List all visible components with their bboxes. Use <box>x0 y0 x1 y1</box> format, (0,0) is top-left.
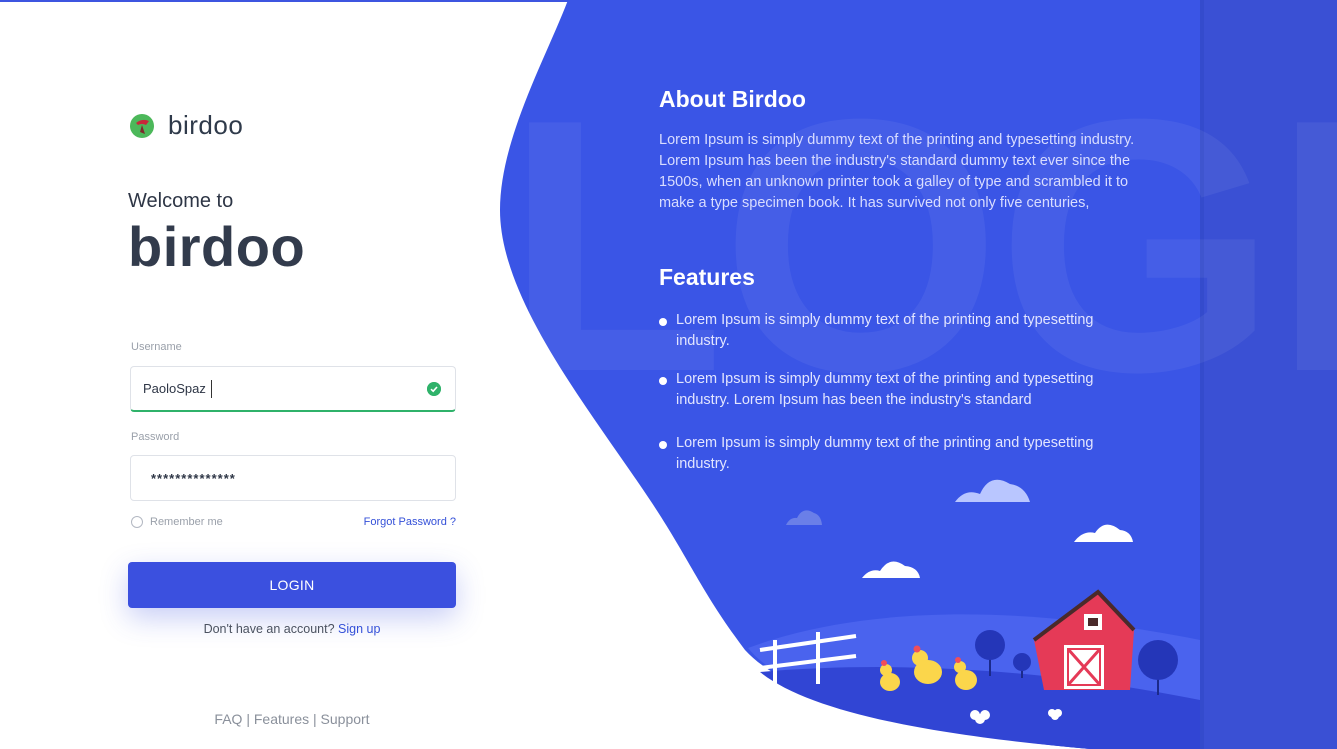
footer-link-features[interactable]: Features <box>254 711 309 727</box>
feature-item: Lorem Ipsum is simply dummy text of the … <box>659 310 1139 352</box>
username-label: Username <box>131 341 182 353</box>
footer-separator: | <box>313 711 317 727</box>
footer-separator: | <box>246 711 250 727</box>
remember-me-checkbox[interactable]: Remember me <box>131 516 223 528</box>
signup-prompt: Don't have an account? <box>203 622 335 636</box>
birdoo-logo-icon <box>130 113 154 138</box>
password-value: ************** <box>151 470 236 486</box>
about-body: Lorem Ipsum is simply dummy text of the … <box>659 132 1135 211</box>
password-field[interactable]: ************** <box>130 455 456 501</box>
feature-item: Lorem Ipsum is simply dummy text of the … <box>659 369 1139 411</box>
remember-me-label: Remember me <box>150 516 223 528</box>
bullet-dot-icon <box>659 377 667 385</box>
page-title: birdoo <box>128 215 306 278</box>
feature-text: Lorem Ipsum is simply dummy text of the … <box>676 371 1094 408</box>
feature-text: Lorem Ipsum is simply dummy text of the … <box>676 435 1094 472</box>
welcome-text: Welcome to <box>128 190 234 212</box>
forgot-password-link[interactable]: Forgot Password ? <box>340 516 456 528</box>
signup-line: Don't have an account? Sign up <box>128 622 456 636</box>
features-title: Features <box>659 264 755 290</box>
text-caret <box>210 379 212 398</box>
radio-icon <box>131 516 143 528</box>
footer-link-faq[interactable]: FAQ <box>214 711 242 727</box>
logo-text: birdoo <box>168 110 244 140</box>
brand-logo[interactable]: birdoo <box>128 110 243 141</box>
login-page: LOGIN <box>0 0 1337 749</box>
signup-link[interactable]: Sign up <box>338 622 380 636</box>
about-title: About Birdoo <box>659 86 806 112</box>
footer-link-support[interactable]: Support <box>321 711 370 727</box>
bullet-dot-icon <box>659 441 667 449</box>
bullet-dot-icon <box>659 318 667 326</box>
username-field[interactable]: PaoloSpaz <box>130 366 456 412</box>
feature-text: Lorem Ipsum is simply dummy text of the … <box>676 312 1094 349</box>
password-label: Password <box>131 431 180 443</box>
footer-links: FAQ | Features | Support <box>128 711 456 727</box>
feature-item: Lorem Ipsum is simply dummy text of the … <box>659 433 1139 475</box>
check-circle-icon <box>427 382 441 396</box>
features-list: Lorem Ipsum is simply dummy text of the … <box>659 310 1139 475</box>
username-value: PaoloSpaz <box>143 381 206 396</box>
login-button[interactable]: LOGIN <box>128 562 456 608</box>
